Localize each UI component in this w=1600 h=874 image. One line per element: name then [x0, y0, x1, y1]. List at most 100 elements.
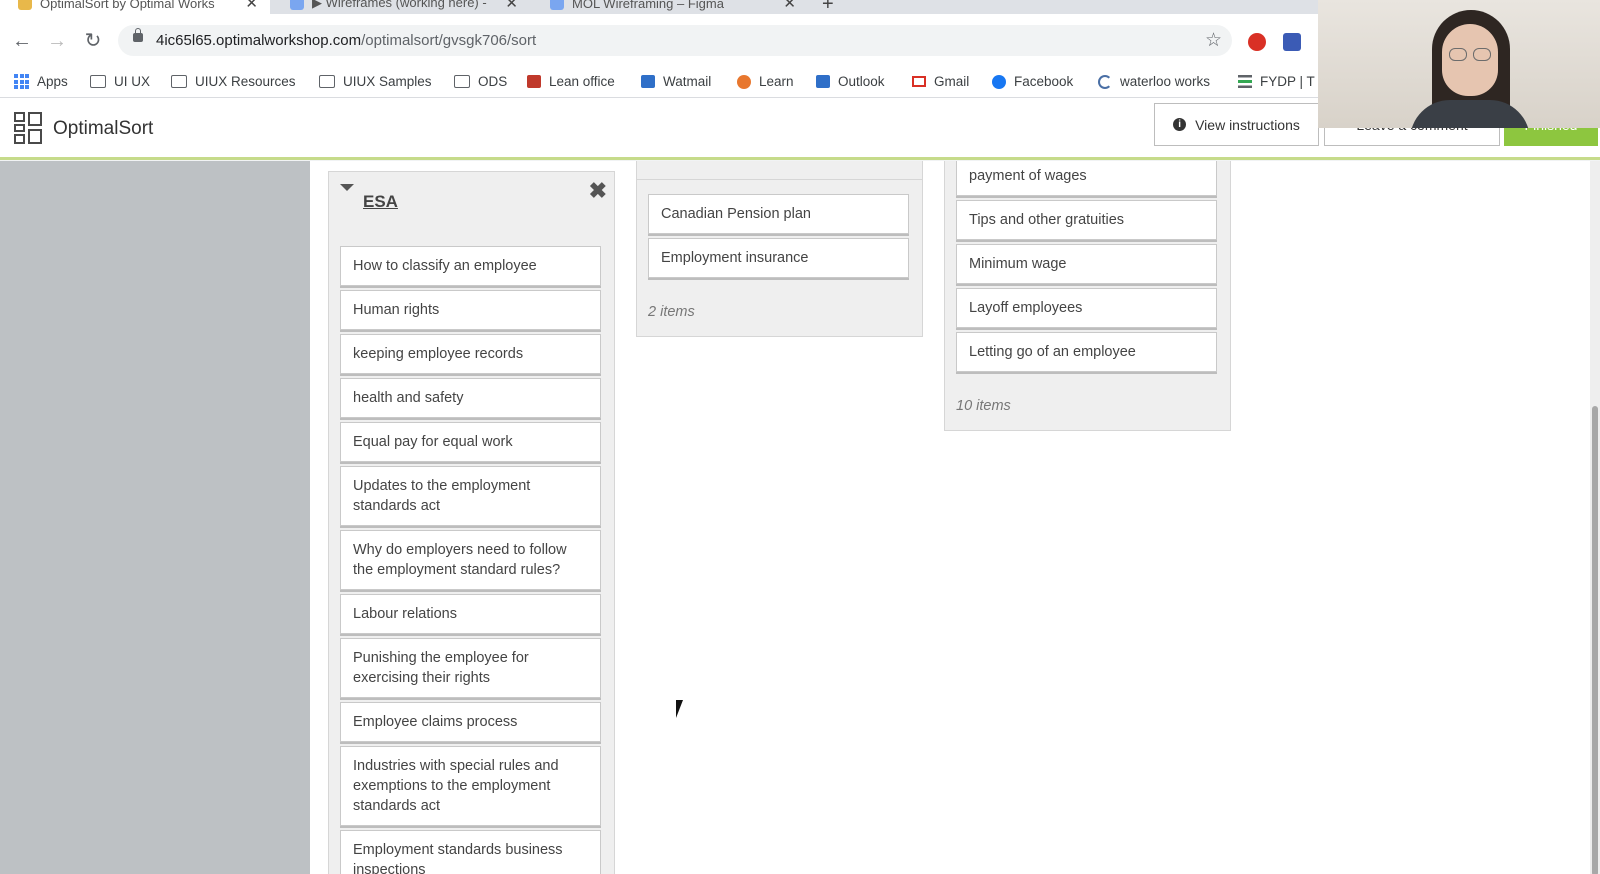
tab-optimalsort[interactable]: OptimalSort by Optimal Works ✕ — [0, 0, 270, 14]
card[interactable]: Updates to the employment standards act — [340, 466, 601, 526]
webcam-person-shirt — [1410, 100, 1530, 128]
group-pension[interactable]: Canadian Pension plan Employment insuran… — [636, 161, 923, 337]
reader-extension-icon[interactable] — [1283, 33, 1301, 51]
lean-office-icon — [527, 75, 541, 88]
sorting-workspace: ESA ✖ How to classify an employee Human … — [310, 161, 1590, 874]
info-icon: i — [1173, 118, 1187, 131]
figma-favicon-icon — [550, 0, 564, 10]
card[interactable]: Canadian Pension plan — [648, 194, 909, 234]
card[interactable]: health and safety — [340, 378, 601, 418]
card[interactable]: Letting go of an employee — [956, 332, 1217, 372]
card[interactable]: Minimum wage — [956, 244, 1217, 284]
bookmark-label: Outlook — [838, 74, 885, 89]
mouse-pointer-icon — [676, 700, 690, 718]
bookmark-label: UIUX Samples — [343, 74, 432, 89]
bookmark-fydp[interactable]: FYDP | T — [1238, 74, 1315, 89]
view-instructions-button[interactable]: i View instructions — [1154, 103, 1319, 146]
bookmark-ods[interactable]: ODS — [454, 74, 507, 89]
folder-icon — [171, 75, 187, 88]
card[interactable]: payment of wages — [956, 161, 1217, 196]
bookmark-apps[interactable]: Apps — [14, 74, 68, 89]
group-header — [637, 161, 922, 180]
bookmark-outlook[interactable]: Outlook — [816, 74, 885, 89]
bookmark-label: ODS — [478, 74, 508, 89]
bookmark-label: UI UX — [114, 74, 151, 89]
item-count: 2 items — [648, 304, 695, 320]
bookmark-label: Watmail — [663, 74, 712, 89]
card[interactable]: Tips and other gratuities — [956, 200, 1217, 240]
brand-name: OptimalSort — [53, 118, 154, 139]
bookmark-learn[interactable]: Learn — [737, 74, 794, 89]
tab-wireframes[interactable]: ▶ Wireframes (working here) - ✕ — [272, 0, 530, 14]
group-esa[interactable]: ESA ✖ How to classify an employee Human … — [328, 171, 615, 874]
group-name[interactable]: ESA — [363, 192, 398, 212]
tab-title: ▶ Wireframes (working here) - — [312, 0, 487, 10]
card[interactable]: Equal pay for equal work — [340, 422, 601, 462]
outlook-icon — [816, 75, 830, 88]
group-header: ESA ✖ — [329, 172, 614, 232]
close-tab-icon[interactable]: ✕ — [783, 0, 796, 12]
card[interactable]: keeping employee records — [340, 334, 601, 374]
tab-mol-wireframing[interactable]: MOL Wireframing – Figma ✕ — [532, 0, 808, 14]
bookmark-gmail[interactable]: Gmail — [912, 74, 969, 89]
collapse-caret-icon[interactable] — [340, 184, 354, 191]
bookmark-uiux-samples[interactable]: UIUX Samples — [319, 74, 432, 89]
card[interactable]: Human rights — [340, 290, 601, 330]
apps-grid-icon — [14, 74, 29, 89]
optimalsort-favicon-icon — [18, 0, 32, 10]
close-tab-icon[interactable]: ✕ — [505, 0, 518, 12]
folder-icon — [454, 75, 470, 88]
fydp-icon — [1238, 75, 1252, 88]
card[interactable]: Labour relations — [340, 594, 601, 634]
bookmark-watmail[interactable]: Watmail — [641, 74, 711, 89]
close-tab-icon[interactable]: ✕ — [245, 0, 258, 12]
bookmark-label: Facebook — [1014, 74, 1074, 89]
url-host: 4ic65l65.optimalworkshop.com — [156, 32, 362, 49]
card-sidebar — [0, 161, 310, 874]
scrollbar-thumb[interactable] — [1592, 406, 1598, 874]
bookmark-label: UIUX Resources — [195, 74, 296, 89]
waterloo-works-icon — [1098, 74, 1112, 89]
outlook-icon — [641, 75, 655, 88]
folder-icon — [90, 75, 106, 88]
bookmark-label: Learn — [759, 74, 794, 89]
facebook-icon — [992, 74, 1006, 89]
close-icon[interactable]: ✖ — [589, 178, 607, 204]
bookmark-waterloo-works[interactable]: waterloo works — [1098, 74, 1210, 89]
bookmark-uiux-resources[interactable]: UIUX Resources — [171, 74, 296, 89]
bookmark-lean-office[interactable]: Lean office — [527, 74, 615, 89]
webcam-glasses-left — [1449, 48, 1467, 61]
card[interactable]: Layoff employees — [956, 288, 1217, 328]
bookmark-facebook[interactable]: Facebook — [992, 74, 1073, 89]
card[interactable]: Employment insurance — [648, 238, 909, 278]
figma-favicon-icon — [290, 0, 304, 10]
forward-arrow-icon[interactable]: → — [45, 30, 69, 52]
bookmark-ui-ux[interactable]: UI UX — [90, 74, 150, 89]
new-tab-icon[interactable]: + — [822, 0, 834, 14]
bookmark-label: Gmail — [934, 74, 970, 89]
url-text: 4ic65l65.optimalworkshop.com/optimalsort… — [156, 32, 536, 49]
group-wages[interactable]: payment of wages Tips and other gratuiti… — [944, 161, 1231, 431]
card[interactable]: How to classify an employee — [340, 246, 601, 286]
tab-title: MOL Wireframing – Figma — [572, 0, 724, 11]
card[interactable]: Employee claims process — [340, 702, 601, 742]
item-count: 10 items — [956, 398, 1011, 414]
lock-icon — [133, 28, 143, 42]
optimalsort-logo-icon — [14, 112, 44, 144]
gmail-icon — [912, 76, 926, 87]
opera-extension-icon[interactable] — [1248, 33, 1266, 51]
tab-title: OptimalSort by Optimal Works — [40, 0, 215, 11]
card[interactable]: Why do employers need to follow the empl… — [340, 530, 601, 590]
view-instructions-label: View instructions — [1195, 116, 1300, 133]
back-arrow-icon[interactable]: ← — [10, 30, 34, 52]
card[interactable]: Industries with special rules and exempt… — [340, 746, 601, 826]
url-path: /optimalsort/gvsgk706/sort — [361, 32, 537, 49]
address-bar[interactable]: 4ic65l65.optimalworkshop.com/optimalsort… — [118, 25, 1232, 56]
reload-icon[interactable]: ↻ — [81, 30, 105, 52]
bookmark-label: FYDP | T — [1260, 74, 1315, 89]
folder-icon — [319, 75, 335, 88]
card[interactable]: Punishing the employee for exercising th… — [340, 638, 601, 698]
card[interactable]: Employment standards business inspection… — [340, 830, 601, 874]
bookmark-label: waterloo works — [1120, 74, 1211, 89]
bookmark-star-icon[interactable]: ☆ — [1205, 29, 1222, 52]
